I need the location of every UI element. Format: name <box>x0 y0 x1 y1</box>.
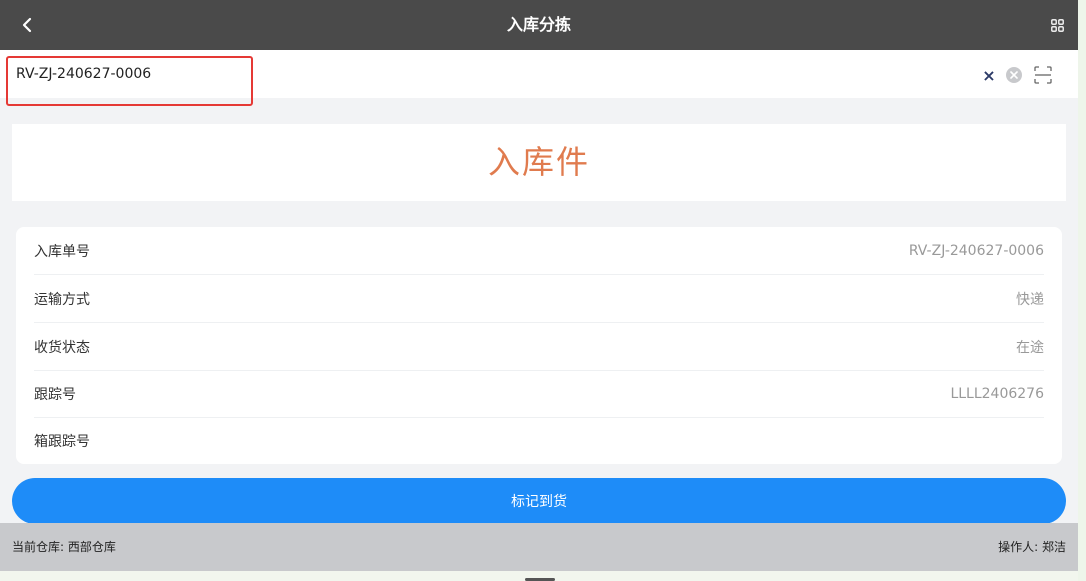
scan-button[interactable] <box>1033 66 1053 84</box>
detail-label: 箱跟踪号 <box>34 433 90 450</box>
detail-row-receipt-status: 收货状态 在途 <box>34 323 1044 370</box>
detail-row-shipping-method: 运输方式 快递 <box>34 275 1044 322</box>
app-window: 入库分拣 × 入库件 <box>0 0 1078 581</box>
inbound-details-card: 入库单号 RV-ZJ-240627-0006 运输方式 快递 收货状态 在途 跟… <box>16 227 1062 464</box>
top-nav-bar: 入库分拣 <box>0 0 1078 50</box>
detail-value: RV-ZJ-240627-0006 <box>908 242 1044 259</box>
mark-arrival-button[interactable]: 标记到货 <box>12 478 1066 524</box>
clear-input-button[interactable] <box>1005 66 1023 84</box>
scan-icon <box>1034 66 1052 84</box>
grid-icon <box>1050 18 1064 32</box>
scan-input-bar <box>0 50 1078 98</box>
inbound-type-banner: 入库件 <box>12 124 1066 201</box>
operator-name: 操作人: 郑洁 <box>998 540 1066 554</box>
detail-value: 快递 <box>1016 291 1044 308</box>
page-title: 入库分拣 <box>506 15 571 34</box>
clear-button[interactable]: × <box>980 65 998 85</box>
detail-label: 运输方式 <box>34 291 90 308</box>
apps-menu-button[interactable] <box>1048 16 1066 34</box>
detail-label: 跟踪号 <box>34 386 76 403</box>
window-edge <box>1078 0 1086 581</box>
close-icon: × <box>982 65 996 85</box>
order-number-input[interactable] <box>10 58 722 90</box>
detail-value: LLLL2406276 <box>950 385 1044 402</box>
circle-close-icon <box>1006 67 1022 83</box>
detail-row-tracking-number: 跟踪号 LLLL2406276 <box>34 370 1044 417</box>
detail-row-order-number: 入库单号 RV-ZJ-240627-0006 <box>34 227 1044 274</box>
detail-value: 在途 <box>1016 339 1044 356</box>
detail-label: 收货状态 <box>34 339 90 356</box>
detail-row-box-tracking-number: 箱跟踪号 <box>34 417 1044 464</box>
detail-label: 入库单号 <box>34 243 90 260</box>
status-footer: 当前仓库: 西部仓库 操作人: 郑洁 <box>0 523 1078 571</box>
current-warehouse: 当前仓库: 西部仓库 <box>12 540 116 554</box>
